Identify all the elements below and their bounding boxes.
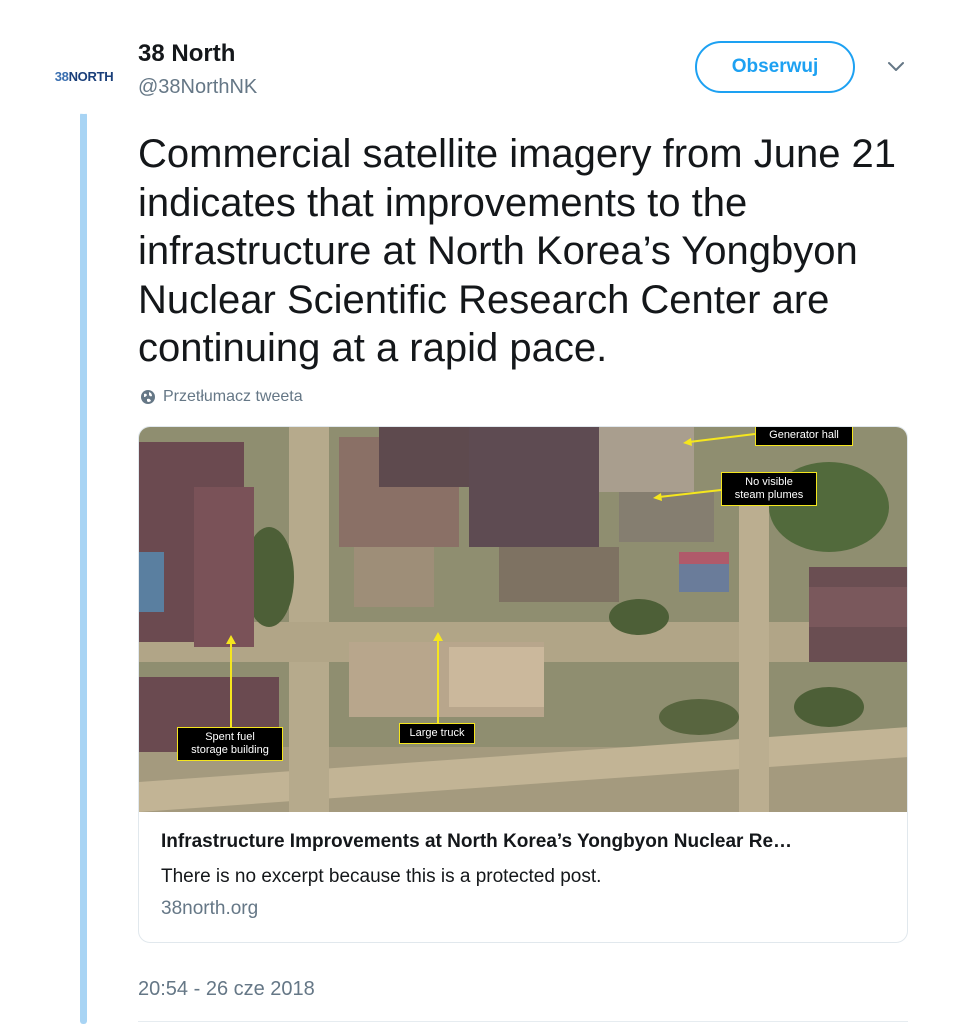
card-excerpt: There is no excerpt because this is a pr… [161,866,602,887]
card-title: Infrastructure Improvements at North Kor… [161,831,793,852]
image-label-no-steam: No visible steam plumes [721,472,817,506]
translate-link[interactable]: Przetłumacz tweeta [140,388,303,406]
image-label-spent-fuel: Spent fuel storage building [177,727,283,761]
divider [138,1021,908,1022]
globe-icon [141,390,155,404]
account-name[interactable]: 38 North [138,40,235,68]
account-handle[interactable]: @38NorthNK [138,76,257,99]
link-card[interactable]: Generator hall No visible steam plumes S… [138,426,908,943]
image-label-large-truck: Large truck [399,723,475,744]
avatar-word: NORTH [68,68,114,84]
translate-label: Przetłumacz tweeta [163,388,303,405]
card-body: Infrastructure Improvements at North Kor… [161,831,891,920]
thread-line [80,112,87,1024]
follow-button[interactable]: Obserwuj [695,41,855,93]
image-label-generator-hall: Generator hall [755,427,853,446]
chevron-down-icon[interactable] [886,60,906,74]
avatar[interactable]: 38 NORTH [46,38,122,114]
card-domain: 38north.org [161,898,259,919]
tweet-text: Commercial satellite imagery from June 2… [138,132,897,370]
avatar-number: 38 [54,68,69,84]
tweet-timestamp[interactable]: 20:54 - 26 cze 2018 [138,978,315,1001]
